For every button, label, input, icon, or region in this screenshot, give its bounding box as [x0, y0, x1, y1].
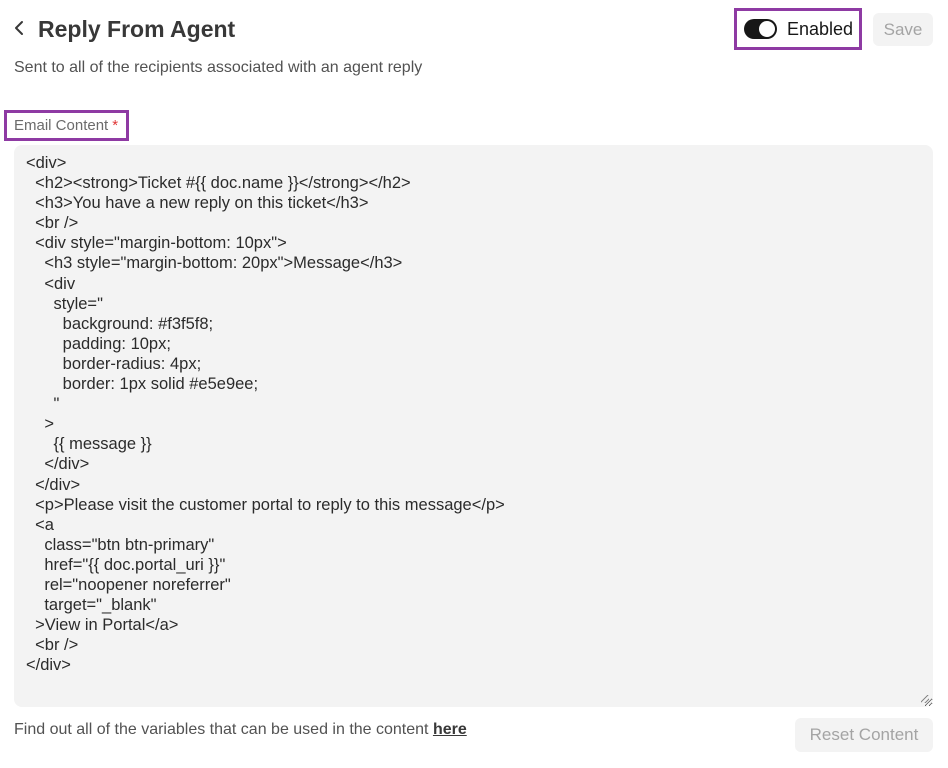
- toggle-label: Enabled: [787, 18, 854, 39]
- page-subtitle: Sent to all of the recipients associated…: [14, 59, 423, 76]
- toggle-switch[interactable]: [744, 19, 777, 39]
- back-button[interactable]: [8, 16, 30, 44]
- resize-handle-icon[interactable]: [921, 695, 929, 703]
- chevron-left-icon: [13, 20, 25, 41]
- toggle-knob: [759, 21, 775, 37]
- email-content-label: Email Content *: [4, 110, 129, 141]
- reset-content-button[interactable]: Reset Content: [795, 718, 933, 752]
- email-content-editor[interactable]: <div> <h2><strong>Ticket #{{ doc.name }}…: [14, 145, 933, 707]
- save-button[interactable]: Save: [873, 13, 933, 46]
- enabled-toggle[interactable]: Enabled: [734, 8, 862, 50]
- email-content-code[interactable]: <div> <h2><strong>Ticket #{{ doc.name }}…: [26, 153, 921, 675]
- help-text: Find out all of the variables that can b…: [14, 721, 433, 738]
- variables-help-text: Find out all of the variables that can b…: [14, 720, 467, 740]
- field-label-text: Email Content: [14, 117, 109, 134]
- required-indicator: *: [112, 117, 119, 134]
- variables-help-link[interactable]: here: [433, 721, 467, 738]
- page-title: Reply From Agent: [38, 16, 236, 42]
